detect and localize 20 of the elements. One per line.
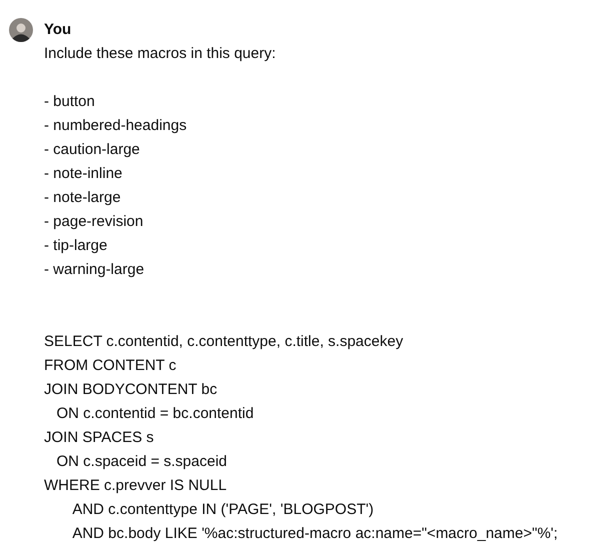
list-item: - page-revision bbox=[44, 212, 144, 232]
author-name: You bbox=[44, 20, 72, 40]
list-item: - note-large bbox=[44, 188, 121, 208]
query-line: FROM CONTENT c bbox=[44, 356, 176, 376]
query-line: JOIN BODYCONTENT bc bbox=[44, 380, 218, 400]
list-item: - note-inline bbox=[44, 164, 122, 184]
list-item: - tip-large bbox=[44, 236, 108, 256]
list-item: - warning-large bbox=[44, 260, 144, 280]
query-line: ON c.spaceid = s.spaceid bbox=[56, 452, 228, 472]
query-line: WHERE c.prevver IS NULL bbox=[44, 476, 227, 496]
message-text: Include these macros in this query: bbox=[44, 44, 276, 64]
query-line: AND c.contenttype IN ('PAGE', 'BLOGPOST') bbox=[71, 500, 374, 520]
query-line: ON c.contentid = bc.contentid bbox=[56, 404, 254, 424]
list-item: - caution-large bbox=[44, 140, 140, 160]
query-line: SELECT c.contentid, c.contenttype, c.title, s.spacekey bbox=[44, 332, 404, 352]
list-item: - numbered-headings bbox=[44, 116, 187, 136]
query-line: JOIN SPACES s bbox=[44, 428, 154, 448]
query-line: AND bc.body LIKE '%ac:structured-macro ac:name="<macro_name>"%'; bbox=[71, 524, 558, 544]
list-item: - button bbox=[44, 92, 95, 112]
avatar bbox=[9, 18, 33, 42]
